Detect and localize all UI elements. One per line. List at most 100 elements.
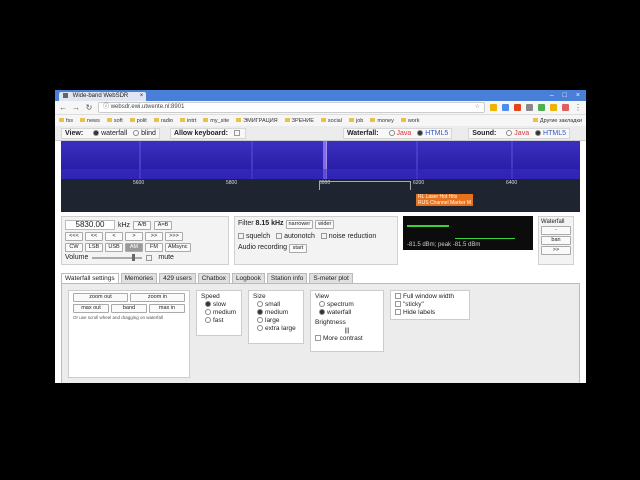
view-waterfall-setting-radio[interactable] — [319, 309, 325, 316]
bookmark-item[interactable]: fss — [59, 118, 73, 124]
wf-minus-button[interactable]: - — [541, 226, 571, 235]
tab-chatbox[interactable]: Chatbox — [197, 273, 230, 283]
max-out-button[interactable]: max out — [73, 304, 109, 313]
speed-fast-radio[interactable] — [205, 317, 211, 324]
speed-medium-radio[interactable] — [205, 309, 211, 316]
sound-java-radio[interactable] — [506, 129, 513, 136]
more-contrast-checkbox[interactable] — [315, 335, 321, 342]
start-recording-button[interactable]: start — [288, 244, 307, 253]
tab-logbook[interactable]: Logbook — [231, 273, 265, 283]
step-button[interactable]: > — [125, 232, 143, 241]
wf-forward-button[interactable]: >> — [541, 246, 571, 255]
close-window-icon[interactable]: × — [576, 92, 580, 99]
waterfall-java-radio[interactable] — [388, 129, 395, 136]
minimize-icon[interactable]: – — [550, 92, 554, 99]
volume-handle[interactable] — [132, 253, 136, 261]
size-extra-large-radio[interactable] — [257, 325, 263, 332]
mode-fm-button[interactable]: FM — [145, 243, 163, 252]
extension-icon[interactable] — [538, 104, 545, 111]
hide-labels-checkbox[interactable] — [395, 309, 401, 316]
close-tab-icon[interactable]: × — [140, 92, 144, 101]
bookmark-item[interactable]: radio — [154, 118, 173, 124]
extension-icon[interactable] — [514, 104, 521, 111]
forward-icon[interactable]: → — [72, 103, 80, 112]
speed-slow-radio[interactable] — [205, 301, 211, 308]
bookmark-item[interactable]: job — [349, 118, 363, 124]
extension-icon[interactable] — [526, 104, 533, 111]
bookmark-item[interactable]: intrt — [180, 118, 196, 124]
bookmark-item[interactable]: news — [80, 118, 100, 124]
step-button[interactable]: << — [85, 232, 103, 241]
ab-button[interactable]: A/B — [133, 220, 152, 230]
bookmark-item[interactable]: money — [370, 118, 394, 124]
frequency-input[interactable]: 5830.00 — [65, 220, 115, 230]
size-medium-radio[interactable] — [257, 309, 263, 316]
narrower-button[interactable]: narrower — [285, 220, 314, 229]
view-blind-radio[interactable] — [133, 129, 140, 136]
volume-slider[interactable] — [92, 253, 143, 261]
smeter-readout: -81.5 dBm; peak -81.5 dBm — [407, 242, 481, 248]
tab-memories[interactable]: Memories — [120, 273, 158, 283]
noise-reduction-checkbox[interactable] — [320, 233, 327, 240]
sticky-checkbox[interactable] — [395, 301, 401, 308]
step-button[interactable]: >>> — [165, 232, 183, 241]
waterfall-display[interactable] — [61, 141, 580, 179]
a-equals-b-button[interactable]: A=B — [154, 220, 173, 230]
brightness-slider[interactable]: ||| — [315, 327, 379, 335]
waterfall-graphic — [61, 141, 580, 179]
autonotch-checkbox[interactable] — [276, 233, 283, 240]
reload-icon[interactable]: ↻ — [85, 103, 93, 112]
volume-label: Volume — [65, 254, 89, 261]
tab-waterfall-settings[interactable]: Waterfall settings — [61, 273, 119, 283]
bookmark-star-icon[interactable]: ☆ — [475, 103, 480, 112]
band-button[interactable]: band — [111, 304, 147, 313]
tab-station-info[interactable]: Station info — [266, 273, 308, 283]
browser-tab[interactable]: Wide-band WebSDR × — [59, 92, 147, 101]
full-window-width-checkbox[interactable] — [395, 293, 401, 300]
step-button[interactable]: >> — [145, 232, 163, 241]
wf-ban-button[interactable]: ban — [541, 236, 571, 245]
sound-html5-radio[interactable] — [535, 129, 542, 136]
menu-icon[interactable]: ⋮ — [574, 103, 582, 112]
bookmark-item[interactable]: polit — [130, 118, 147, 124]
filter-value: 8.15 kHz — [255, 220, 284, 227]
url-input[interactable]: ⓘ websdr.ewi.utwente.nl:8901 ☆ — [98, 102, 485, 113]
size-small-radio[interactable] — [257, 301, 263, 308]
mode-lsb-button[interactable]: LSB — [85, 243, 103, 252]
maximize-icon[interactable]: □ — [563, 92, 567, 99]
mode-cw-button[interactable]: CW — [65, 243, 83, 252]
step-button[interactable]: < — [105, 232, 123, 241]
tab-smeter-plot[interactable]: S-meter plot — [309, 273, 353, 283]
view-waterfall-radio[interactable] — [93, 129, 100, 136]
bookmark-item[interactable]: my_site — [203, 118, 229, 124]
zoom-in-button[interactable]: zoom in — [130, 293, 185, 302]
extension-icon[interactable] — [502, 104, 509, 111]
mode-usb-button[interactable]: USB — [105, 243, 123, 252]
bookmark-item[interactable]: work — [401, 118, 420, 124]
bookmark-item[interactable]: ЭМИГРАЦИЯ — [236, 118, 277, 124]
view-spectrum-radio[interactable] — [319, 301, 325, 308]
step-button[interactable]: <<< — [65, 232, 83, 241]
other-bookmarks[interactable]: Другие закладки — [533, 118, 582, 124]
mode-amsync-button[interactable]: AMsync — [165, 243, 191, 252]
allow-keyboard-checkbox[interactable] — [233, 129, 240, 136]
extension-icon[interactable] — [490, 104, 497, 111]
station-marker[interactable]: RL Laser Hot Hits RUS Channel Marker M — [416, 194, 474, 206]
bookmark-item[interactable]: social — [321, 118, 342, 124]
size-large-radio[interactable] — [257, 317, 263, 324]
passband-indicator[interactable] — [319, 181, 411, 190]
squelch-checkbox[interactable] — [238, 233, 244, 240]
wider-button[interactable]: wider — [315, 220, 335, 229]
tab-users[interactable]: 429 users — [159, 273, 196, 283]
back-icon[interactable]: ← — [59, 103, 67, 112]
max-in-button[interactable]: max in — [149, 304, 185, 313]
bookmark-item[interactable]: ЗРЕНИЕ — [285, 118, 314, 124]
extension-icon[interactable] — [562, 104, 569, 111]
waterfall-html5-radio[interactable] — [417, 129, 424, 136]
bookmark-item[interactable]: soft — [107, 118, 123, 124]
mode-am-button[interactable]: AM — [125, 243, 143, 252]
mute-checkbox[interactable] — [146, 254, 153, 261]
zoom-out-button[interactable]: zoom out — [73, 293, 128, 302]
extension-icon[interactable] — [550, 104, 557, 111]
frequency-scale[interactable]: 5600 5800 6000 6200 6400 RL Laser Hot Hi… — [61, 179, 580, 212]
